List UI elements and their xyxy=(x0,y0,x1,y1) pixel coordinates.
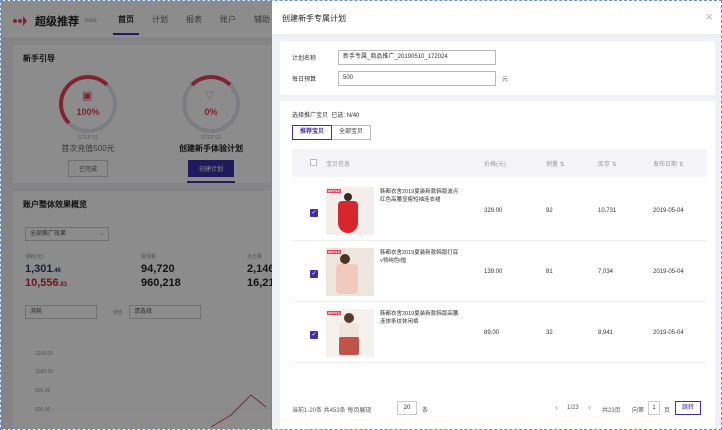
plan-name-row: 计划名称 新手专属_商品推广_20190510_172024 xyxy=(292,50,496,65)
budget-input[interactable]: 500 xyxy=(338,71,496,86)
col-sales[interactable]: 销量 ⇅ xyxy=(546,159,565,168)
product-select-card: 选择推广宝贝 已选: N/40 推荐宝贝 全部宝贝 宝贝信息 价格(元) 销量 … xyxy=(280,101,715,429)
col-publish-date[interactable]: 发布日期 ⇅ xyxy=(653,159,684,168)
tab-recommended[interactable]: 推荐宝贝 xyxy=(292,125,333,140)
cell-sales: 32 xyxy=(546,330,553,336)
cell-price: 329.00 xyxy=(484,208,503,214)
plan-name-label: 计划名称 xyxy=(292,56,317,62)
cell-stock: 7,034 xyxy=(598,269,614,275)
cell-stock: 10,731 xyxy=(598,208,617,214)
product-name: 韩都衣舍2019夏装新款韩版波点红色高腰显瘦短袖连衣裙 xyxy=(380,189,459,203)
goto-page-input[interactable]: 1 xyxy=(648,401,660,415)
goto-unit: 页 xyxy=(664,408,671,414)
cell-stock: 8,941 xyxy=(598,330,614,336)
row-checkbox-checked[interactable]: ✓ xyxy=(310,270,318,278)
budget-row: 每日预算 500 元 xyxy=(292,71,508,86)
product-thumbnail: HSTYLE xyxy=(326,248,374,296)
drawer-body: 计划名称 新手专属_商品推广_20190510_172024 每日预算 500 … xyxy=(272,35,721,429)
plan-name-input[interactable]: 新手专属_商品推广_20190510_172024 xyxy=(338,50,496,65)
cell-date: 2019-05-04 xyxy=(653,208,684,214)
pagination: 当前1-20条 共453条 每页展现 20 条 ‹ 1/23 › 共23页 向第… xyxy=(292,401,707,417)
plan-settings-card: 计划名称 新手专属_商品推广_20190510_172024 每日预算 500 … xyxy=(280,41,715,95)
budget-label: 每日预算 xyxy=(292,77,317,83)
next-page-icon[interactable]: › xyxy=(588,402,591,412)
col-stock[interactable]: 库存 ⇅ xyxy=(598,159,617,168)
drawer-title: 创建新手专属计划 xyxy=(282,14,346,23)
row-checkbox-checked[interactable]: ✓ xyxy=(310,209,318,217)
select-all-checkbox[interactable] xyxy=(310,159,317,166)
page-indicator: 1/23 xyxy=(567,405,579,411)
table-header: 宝贝信息 价格(元) 销量 ⇅ 库存 ⇅ 发布日期 ⇅ xyxy=(292,149,707,177)
row-checkbox-checked[interactable]: ✓ xyxy=(310,331,318,339)
goto-button[interactable]: 跳转 xyxy=(675,401,702,415)
table-row[interactable]: ✓ HSTYLE 韩都衣舍2019夏装新款韩版高腰连体条纹休闲裤 89.00 3… xyxy=(292,303,707,363)
cell-price: 89.00 xyxy=(484,330,500,336)
product-tabs: 推荐宝贝 全部宝贝 xyxy=(292,125,372,140)
col-price[interactable]: 价格(元) xyxy=(484,159,506,168)
cell-sales: 92 xyxy=(546,208,553,214)
close-icon[interactable]: × xyxy=(705,9,713,24)
table-row[interactable]: ✓ HSTYLE 韩都衣舍2019夏装新款韩版波点红色高腰显瘦短袖连衣裙 329… xyxy=(292,181,707,241)
page-size-unit: 条 xyxy=(422,408,429,414)
screenshot-frame: 超级推荐 beta 首页 计划 报表 账户 辅助 新手引导 ▣ 100% STE… xyxy=(0,0,722,430)
product-name: 韩都衣舍2019夏装新款韩版打底v领纯色t恤 xyxy=(380,250,459,264)
budget-unit: 元 xyxy=(502,77,509,83)
drawer-header: 创建新手专属计划 × xyxy=(272,1,721,35)
goto-label: 向第 xyxy=(632,408,645,414)
pager-summary: 当前1-20条 共453条 每页展现 xyxy=(292,408,372,414)
product-name: 韩都衣舍2019夏装新款韩版高腰连体条纹休闲裤 xyxy=(380,311,459,325)
prev-page-icon[interactable]: ‹ xyxy=(555,402,558,412)
col-product-info: 宝贝信息 xyxy=(326,162,351,168)
selected-count: 已选: N/40 xyxy=(331,113,360,119)
product-thumbnail: HSTYLE xyxy=(326,187,374,235)
create-plan-drawer: 创建新手专属计划 × 计划名称 新手专属_商品推广_20190510_17202… xyxy=(272,1,721,429)
tab-all-products[interactable]: 全部宝贝 xyxy=(332,125,372,140)
cell-date: 2019-05-04 xyxy=(653,269,684,275)
product-thumbnail: HSTYLE xyxy=(326,309,374,357)
cell-sales: 81 xyxy=(546,269,553,275)
table-row[interactable]: ✓ HSTYLE 韩都衣舍2019夏装新款韩版打底v领纯色t恤 139.00 8… xyxy=(292,242,707,302)
cell-price: 139.00 xyxy=(484,269,503,275)
cell-date: 2019-05-04 xyxy=(653,330,684,336)
page-size-input[interactable]: 20 xyxy=(397,401,417,415)
total-pages: 共23页 xyxy=(602,408,621,414)
select-products-label: 选择推广宝贝 已选: N/40 xyxy=(292,113,360,119)
